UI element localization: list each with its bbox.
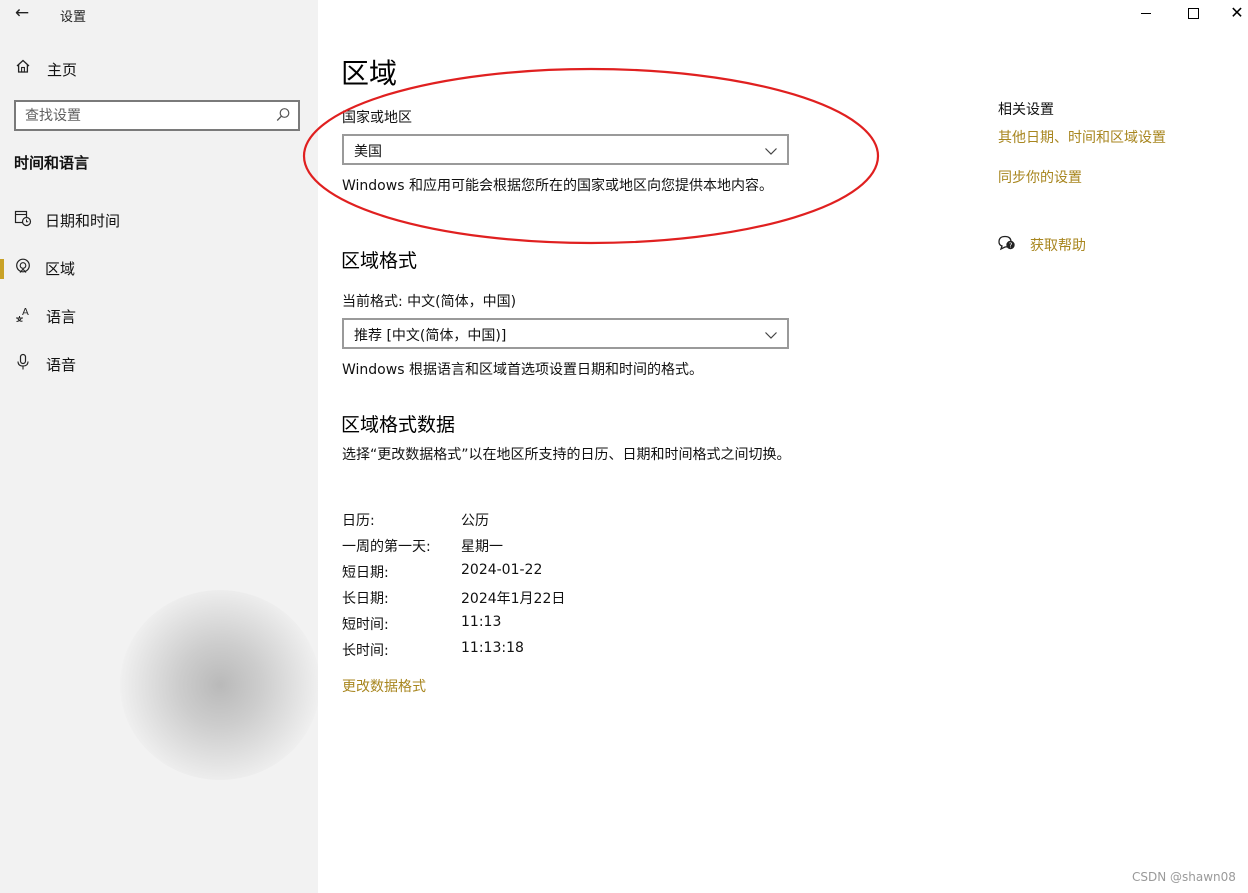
detail-value-calendar: 公历 — [461, 513, 489, 529]
search-box[interactable] — [14, 100, 300, 131]
other-date-time-region-link[interactable]: 其他日期、时间和区域设置 — [998, 127, 1166, 147]
minimize-button[interactable] — [1122, 0, 1168, 28]
detail-value-short-time: 11:13 — [461, 614, 502, 630]
format-data-heading: 区域格式数据 — [341, 414, 456, 436]
region-format-description: Windows 根据语言和区域首选项设置日期和时间的格式。 — [342, 362, 703, 378]
related-settings-title: 相关设置 — [998, 102, 1054, 118]
watermark: CSDN @shawn08 — [1132, 870, 1236, 884]
back-button[interactable]: ← — [10, 3, 34, 25]
country-dropdown[interactable]: 美国 — [342, 134, 789, 165]
sidebar-item-label: 日期和时间 — [45, 212, 121, 230]
detail-key-long-time: 长时间: — [342, 643, 389, 659]
language-icon: A — [14, 305, 32, 325]
search-icon[interactable] — [275, 106, 291, 124]
country-label: 国家或地区 — [342, 110, 412, 126]
detail-key-calendar: 日历: — [342, 513, 375, 529]
home-icon — [14, 58, 32, 78]
format-data-description: 选择“更改数据格式”以在地区所支持的日历、日期和时间格式之间切换。 — [342, 447, 791, 463]
search-input[interactable] — [25, 106, 265, 126]
detail-value-long-date: 2024年1月22日 — [461, 591, 566, 607]
globe-icon — [14, 257, 32, 277]
sidebar-item-label: 区域 — [45, 260, 76, 278]
maximize-icon — [1188, 8, 1199, 19]
sidebar-item-language[interactable]: A 语言 — [0, 297, 318, 337]
detail-value-short-date: 2024-01-22 — [461, 562, 543, 578]
country-description: Windows 和应用可能会根据您所在的国家或地区向您提供本地内容。 — [342, 178, 773, 194]
current-format-label: 当前格式: 中文(简体，中国) — [342, 294, 517, 310]
detail-key-long-date: 长日期: — [342, 591, 389, 607]
close-button[interactable]: ✕ — [1214, 0, 1248, 28]
microphone-icon — [14, 353, 32, 373]
sidebar-item-region[interactable]: 区域 — [0, 249, 318, 289]
sidebar-item-speech[interactable]: 语音 — [0, 345, 318, 385]
background-blur — [120, 590, 318, 780]
sidebar-item-label: 语音 — [46, 356, 77, 374]
detail-key-short-time: 短时间: — [342, 617, 389, 633]
detail-key-short-date: 短日期: — [342, 565, 389, 581]
svg-text:?: ? — [1009, 242, 1013, 250]
close-icon: ✕ — [1230, 3, 1244, 22]
detail-value-first-day: 星期一 — [461, 539, 503, 555]
back-arrow-icon: ← — [14, 3, 30, 23]
detail-value-long-time: 11:13:18 — [461, 640, 524, 656]
sync-settings-link[interactable]: 同步你的设置 — [998, 167, 1082, 187]
svg-text:A: A — [22, 307, 29, 318]
change-data-format-link[interactable]: 更改数据格式 — [342, 676, 426, 696]
sidebar-item-date-time[interactable]: 日期和时间 — [0, 201, 318, 241]
country-dropdown-value: 美国 — [354, 144, 382, 160]
calendar-clock-icon — [14, 209, 32, 229]
help-chat-icon: ? — [997, 234, 1017, 252]
section-title: 时间和语言 — [14, 154, 90, 172]
detail-key-first-day: 一周的第一天: — [342, 539, 431, 555]
sidebar: ← 设置 主页 时间和语言 — [0, 0, 318, 893]
page-title: 区域 — [341, 57, 398, 90]
chevron-down-icon — [764, 327, 778, 341]
sidebar-item-label: 语言 — [46, 308, 77, 326]
region-format-dropdown-value: 推荐 [中文(简体，中国)] — [354, 328, 507, 344]
region-format-heading: 区域格式 — [341, 250, 418, 272]
sidebar-item-label: 主页 — [47, 61, 78, 79]
region-format-dropdown[interactable]: 推荐 [中文(简体，中国)] — [342, 318, 789, 349]
app-title: 设置 — [60, 10, 87, 25]
get-help-link[interactable]: 获取帮助 — [1030, 235, 1086, 255]
minimize-icon — [1141, 13, 1151, 14]
active-indicator — [0, 259, 4, 279]
maximize-button[interactable] — [1170, 0, 1216, 28]
titlebar: ← 设置 — [0, 0, 318, 28]
chevron-down-icon — [764, 143, 778, 157]
sidebar-item-home[interactable]: 主页 — [0, 50, 318, 90]
